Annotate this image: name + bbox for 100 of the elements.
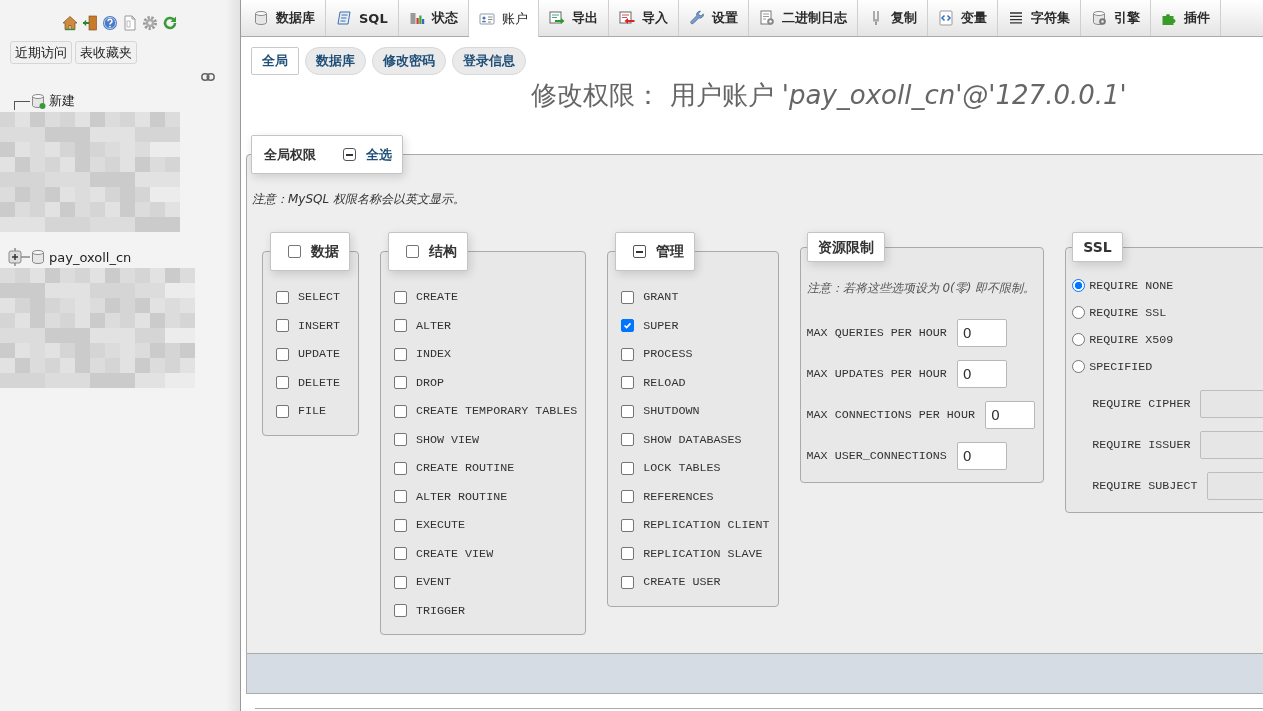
reload-icon[interactable] xyxy=(162,15,178,31)
privilege-label: CREATE xyxy=(416,290,459,305)
code-brackets-icon xyxy=(937,10,954,26)
limit-label: MAX CONNECTIONS PER HOUR xyxy=(806,408,975,422)
checkbox[interactable] xyxy=(394,347,407,361)
checkbox[interactable] xyxy=(394,376,407,390)
checkbox[interactable] xyxy=(394,404,407,418)
page-title: 修改权限： 用户账户 'pay_oxoll_cn'@'127.0.0.1' xyxy=(530,79,1128,112)
checkbox[interactable] xyxy=(276,319,289,333)
nav-tab[interactable]: 导入 xyxy=(608,0,679,36)
checkbox[interactable] xyxy=(394,461,407,475)
privilege-label: CREATE ROUTINE xyxy=(416,461,515,476)
nav-tab[interactable]: 账户 xyxy=(468,0,539,37)
database-gear-icon xyxy=(1090,10,1107,26)
checkbox[interactable] xyxy=(621,319,635,333)
sub-tab[interactable]: 全局 xyxy=(251,47,299,75)
checkbox[interactable] xyxy=(621,490,635,504)
checkbox[interactable] xyxy=(276,290,289,304)
privilege-label: SUPER xyxy=(643,318,679,333)
nav-tab[interactable]: SQL xyxy=(326,0,399,36)
nav-tab[interactable]: 状态 xyxy=(398,0,469,36)
input-field[interactable]: 0 xyxy=(956,360,1007,388)
checkbox[interactable] xyxy=(276,347,289,361)
export-icon xyxy=(548,10,565,26)
legend-title: 数据 xyxy=(311,242,339,261)
field-label: REQUIRE CIPHER xyxy=(1092,397,1191,411)
checkbox[interactable] xyxy=(394,575,407,589)
expand-icon[interactable] xyxy=(8,248,30,266)
checkbox[interactable] xyxy=(621,575,635,589)
sidebar-button[interactable]: 表收藏夹 xyxy=(75,41,137,64)
checkbox[interactable] xyxy=(621,290,635,304)
nav-tab[interactable]: 设置 xyxy=(678,0,749,36)
privilege-label: UPDATE xyxy=(298,347,341,362)
privilege-label: REPLICATION SLAVE xyxy=(643,546,763,561)
privilege-label: EXECUTE xyxy=(416,518,466,533)
privilege-label: INDEX xyxy=(416,347,452,362)
sub-tab[interactable]: 数据库 xyxy=(305,47,366,75)
tree-item-label[interactable]: pay_oxoll_cn xyxy=(49,249,132,265)
help-icon[interactable] xyxy=(102,15,118,31)
nav-tab[interactable]: 引擎 xyxy=(1080,0,1151,36)
checkbox[interactable] xyxy=(621,547,635,561)
nav-tab[interactable]: 变量 xyxy=(927,0,998,36)
checkbox[interactable] xyxy=(394,518,407,532)
checkbox[interactable] xyxy=(394,604,407,618)
checkbox[interactable] xyxy=(406,245,419,258)
sub-tab[interactable]: 登录信息 xyxy=(452,47,526,75)
note-text: 注意：MySQL 权限名称会以英文显示。 xyxy=(251,191,467,208)
privilege-label: DELETE xyxy=(298,375,341,390)
privilege-label: LOCK TABLES xyxy=(643,461,721,476)
input-field[interactable]: 0 xyxy=(956,319,1007,347)
checkbox[interactable] xyxy=(621,347,635,361)
legend-title: 资源限制 xyxy=(806,232,885,262)
privilege-label: RELOAD xyxy=(643,375,686,390)
privilege-label: EVENT xyxy=(416,575,452,590)
radio-label: REQUIRE NONE xyxy=(1089,278,1174,293)
settings-icon[interactable] xyxy=(142,15,158,31)
import-icon xyxy=(618,10,635,26)
input-field[interactable]: 0 xyxy=(956,442,1007,470)
sub-tab[interactable]: 修改密码 xyxy=(372,47,446,75)
radio-button[interactable] xyxy=(1072,306,1086,319)
nav-tab[interactable]: 插件 xyxy=(1150,0,1221,36)
select-all-link[interactable]: 全选 xyxy=(366,145,392,164)
database-icon xyxy=(253,10,269,26)
input-field[interactable]: 0 xyxy=(984,401,1035,429)
checkbox[interactable] xyxy=(394,290,407,304)
radio-button[interactable] xyxy=(1072,333,1086,346)
checkbox[interactable] xyxy=(276,376,289,390)
radio-button[interactable] xyxy=(1072,360,1086,373)
privilege-label: REPLICATION CLIENT xyxy=(643,518,770,533)
checkbox[interactable] xyxy=(621,433,635,447)
radio-button[interactable] xyxy=(1072,279,1086,292)
nav-tab[interactable]: 二进制日志 xyxy=(748,0,858,36)
checkbox[interactable] xyxy=(621,404,635,418)
tree-item-label[interactable]: 新建 xyxy=(49,92,75,110)
door-exit-icon[interactable] xyxy=(82,15,98,31)
chain-link-icon[interactable] xyxy=(201,73,215,81)
checkbox[interactable] xyxy=(394,547,407,561)
checkbox[interactable] xyxy=(288,245,301,258)
checkbox[interactable] xyxy=(633,245,647,258)
checkbox[interactable] xyxy=(394,490,407,504)
privilege-label: CREATE USER xyxy=(643,575,721,590)
privilege-label: ALTER xyxy=(416,318,452,333)
checkbox[interactable] xyxy=(276,404,289,418)
radio-label: REQUIRE X509 xyxy=(1089,332,1174,347)
checkbox[interactable] xyxy=(621,518,635,532)
database-icon xyxy=(30,249,46,265)
database-add-icon xyxy=(30,93,46,109)
checkbox[interactable] xyxy=(621,461,635,475)
legend-title: 全局权限 xyxy=(264,145,316,164)
checkbox[interactable] xyxy=(343,148,356,161)
home-icon[interactable] xyxy=(62,15,78,31)
sidebar-button[interactable]: 近期访问 xyxy=(10,41,72,64)
check-icon xyxy=(622,320,634,332)
nav-tab[interactable]: 复制 xyxy=(857,0,928,36)
checkbox[interactable] xyxy=(621,376,635,390)
nav-tab[interactable]: 导出 xyxy=(538,0,609,36)
nav-tab[interactable]: 数据库 xyxy=(243,0,326,36)
checkbox[interactable] xyxy=(394,433,407,447)
nav-tab[interactable]: 字符集 xyxy=(997,0,1081,36)
checkbox[interactable] xyxy=(394,319,407,333)
